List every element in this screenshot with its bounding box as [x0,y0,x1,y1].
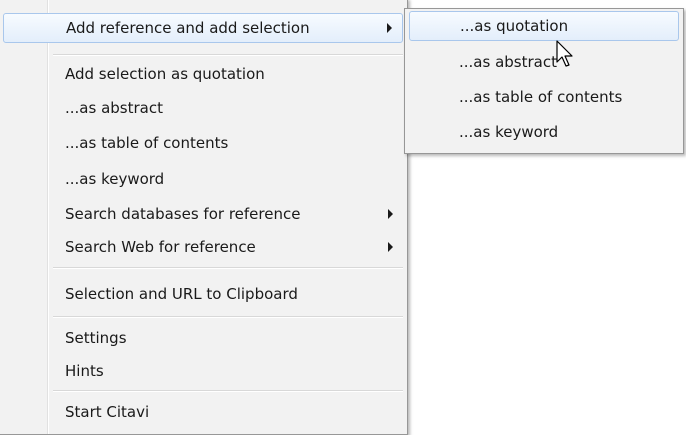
menu-item-label: ...as abstract [459,53,557,71]
submenu-arrow-icon [387,23,392,33]
menu-item-label: ...as keyword [65,170,165,188]
menu-item-label: Add selection as quotation [65,65,265,83]
menu-separator [53,316,403,318]
menu-item-label: Start Citavi [65,403,150,421]
menu-separator [53,390,403,392]
context-menu: Add reference and add selection Add sele… [0,0,408,435]
menu-item-search-web[interactable]: Search Web for reference [3,232,403,262]
submenu-item-as-abstract[interactable]: ...as abstract [409,47,679,77]
submenu-arrow-icon [388,209,393,219]
menu-item-label: Hints [65,362,104,380]
menu-item-label: Add reference and add selection [66,19,310,37]
menu-item-label: ...as table of contents [459,88,623,106]
menu-item-add-selection-as-quotation[interactable]: Add selection as quotation [3,59,403,89]
menu-item-as-table-of-contents[interactable]: ...as table of contents [3,128,403,158]
submenu-item-as-keyword[interactable]: ...as keyword [409,117,679,147]
menu-item-start-citavi[interactable]: Start Citavi [3,397,403,427]
menu-item-label: ...as keyword [459,123,559,141]
menu-item-settings[interactable]: Settings [3,323,403,353]
menu-item-label: ...as quotation [460,17,569,35]
menu-item-hints[interactable]: Hints [3,356,403,386]
menu-item-as-abstract[interactable]: ...as abstract [3,93,403,123]
menu-item-label: ...as table of contents [65,134,229,152]
menu-item-add-reference-and-selection[interactable]: Add reference and add selection [3,13,403,43]
submenu-item-as-table-of-contents[interactable]: ...as table of contents [409,82,679,112]
menu-separator [53,267,403,269]
menu-item-label: Search databases for reference [65,205,301,223]
submenu: ...as quotation ...as abstract ...as tab… [404,8,684,154]
menu-item-label: ...as abstract [65,99,163,117]
submenu-item-as-quotation[interactable]: ...as quotation [409,11,679,41]
menu-item-selection-url-to-clipboard[interactable]: Selection and URL to Clipboard [3,279,403,309]
menu-item-label: Settings [65,329,127,347]
menu-separator [53,54,403,56]
menu-item-search-databases[interactable]: Search databases for reference [3,199,403,229]
menu-item-as-keyword[interactable]: ...as keyword [3,164,403,194]
menu-item-label: Selection and URL to Clipboard [65,285,298,303]
menu-item-label: Search Web for reference [65,238,256,256]
submenu-arrow-icon [388,242,393,252]
mouse-pointer-icon [556,40,573,67]
